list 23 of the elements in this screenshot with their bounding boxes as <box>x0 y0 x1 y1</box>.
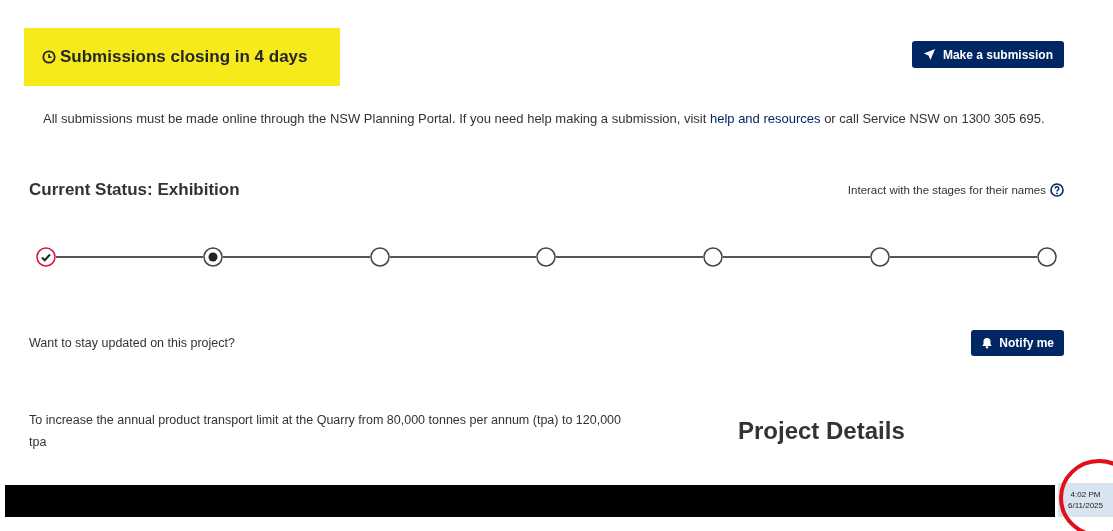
current-stage-icon[interactable] <box>202 247 223 267</box>
clock-icon <box>42 50 56 64</box>
stage-icon[interactable] <box>870 247 891 267</box>
taskbar-date: 6/11/2025 <box>1068 500 1103 511</box>
stage-icon[interactable] <box>536 247 557 267</box>
status-heading: Current Status: Exhibition <box>29 180 240 200</box>
make-submission-button[interactable]: Make a submission <box>911 41 1064 68</box>
send-icon <box>922 48 936 61</box>
banner-title: Submissions closing in 4 days <box>60 47 308 67</box>
notify-button[interactable]: Notify me <box>971 330 1064 356</box>
stage-icon[interactable] <box>1036 247 1057 267</box>
completed-stage-icon[interactable] <box>36 247 56 267</box>
stage-icon[interactable] <box>369 247 390 267</box>
help-link[interactable]: help and resources <box>709 111 821 126</box>
stages-hint: Interact with the stages for their names <box>847 184 1046 196</box>
stage-icon[interactable] <box>703 247 724 267</box>
bell-icon <box>981 337 994 349</box>
help-icon[interactable] <box>1050 183 1064 197</box>
project-details-heading: Project Details <box>738 417 906 446</box>
updates-prompt: Want to stay updated on this project? <box>29 336 235 350</box>
project-description: To increase the annual product transport limit at the Quarry from 80,000 tonnes per annum (tpa) to 120,000 tpa <box>29 412 622 451</box>
submission-notice: All submissions must be made online through the NSW Planning Portal. If you need help making a submission, visit help and resources or call Service NSW on 1300 305 695. <box>43 110 1046 128</box>
taskbar-time: 4:02 PM <box>1070 489 1101 500</box>
